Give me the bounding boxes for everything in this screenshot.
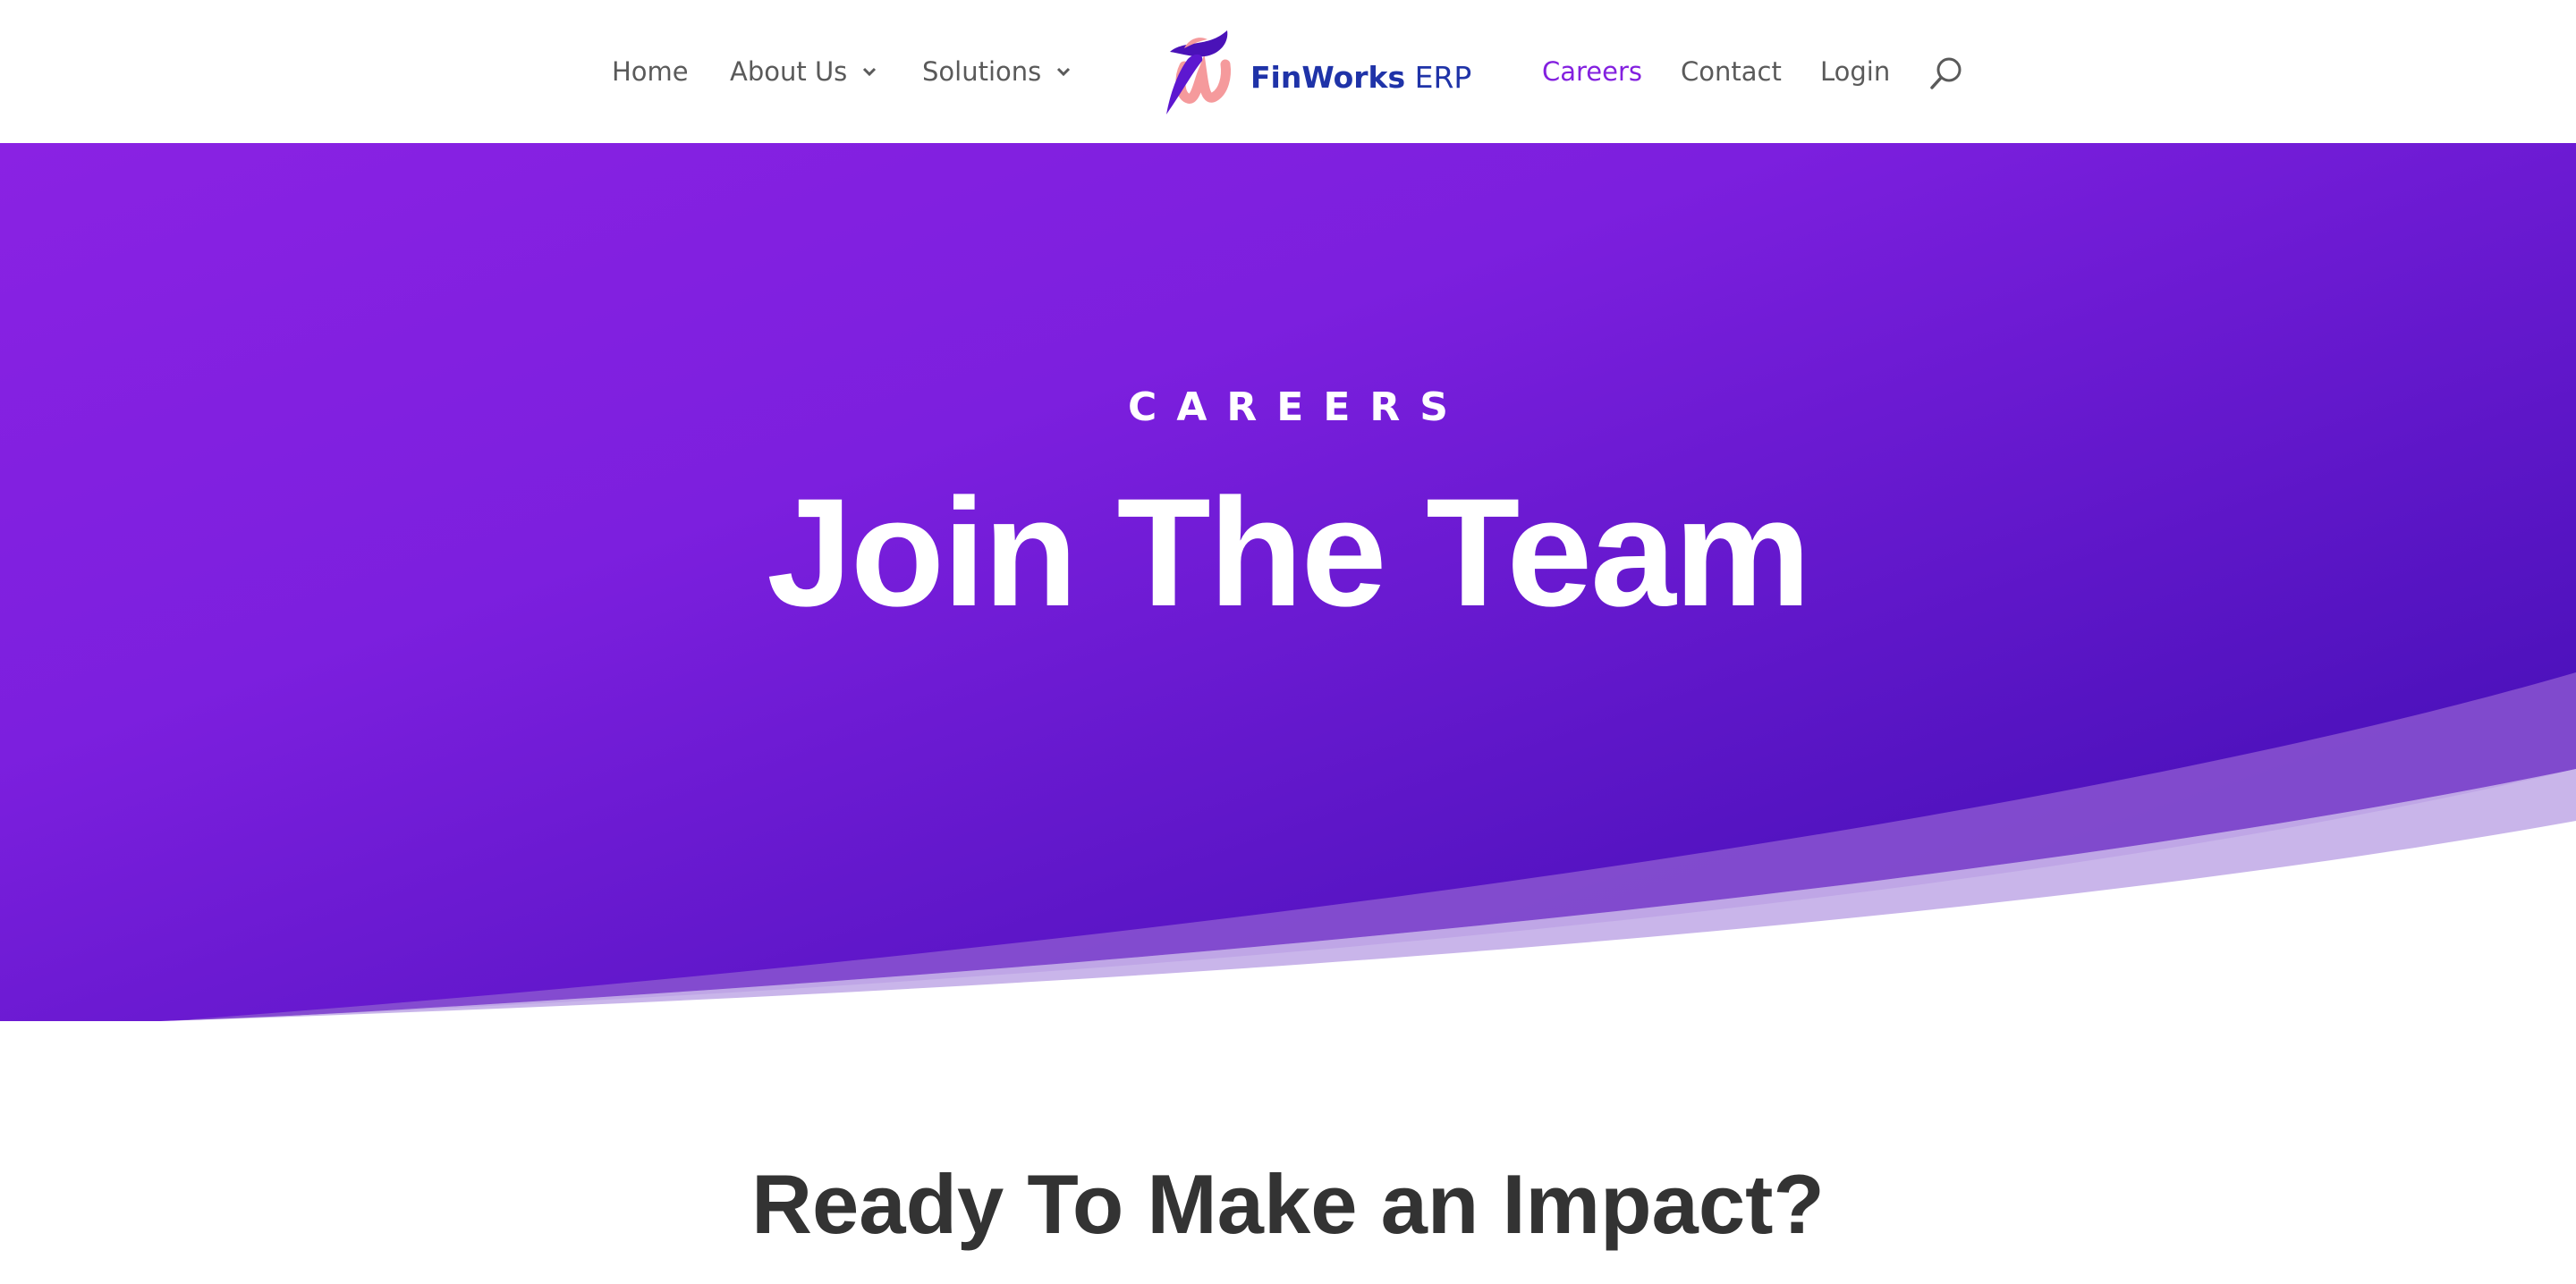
finworks-logo-icon bbox=[1166, 30, 1231, 114]
search-icon[interactable] bbox=[1928, 55, 1964, 91]
nav-careers[interactable]: Careers bbox=[1542, 50, 1642, 93]
nav-contact-label: Contact bbox=[1681, 56, 1782, 87]
chevron-down-icon bbox=[863, 67, 877, 77]
site-header: Home About Us Solutions FinWorks ERP Car… bbox=[0, 0, 2576, 143]
hero-eyebrow: CAREERS bbox=[1128, 384, 1468, 430]
hero-banner: CAREERS Join The Team bbox=[0, 143, 2576, 1023]
nav-home[interactable]: Home bbox=[612, 50, 689, 93]
nav-about-us[interactable]: About Us bbox=[730, 50, 879, 93]
nav-contact[interactable]: Contact bbox=[1681, 50, 1782, 93]
site-logo[interactable]: FinWorks ERP bbox=[1157, 27, 1471, 116]
nav-login-label: Login bbox=[1820, 56, 1891, 87]
logo-brand: FinWorks bbox=[1250, 59, 1406, 95]
nav-home-label: Home bbox=[612, 56, 689, 87]
nav-login[interactable]: Login bbox=[1820, 50, 1890, 93]
nav-solutions[interactable]: Solutions bbox=[922, 50, 1073, 93]
chevron-down-icon bbox=[1057, 67, 1071, 77]
nav-about-us-label: About Us bbox=[730, 56, 848, 87]
logo-suffix: ERP bbox=[1405, 59, 1472, 95]
nav-careers-label: Careers bbox=[1542, 56, 1643, 87]
nav-solutions-label: Solutions bbox=[922, 56, 1042, 87]
section-title: Ready To Make an Impact? bbox=[751, 1157, 1825, 1251]
logo-wordmark: FinWorks ERP bbox=[1250, 60, 1471, 95]
hero-title: Join The Team bbox=[767, 467, 1811, 638]
